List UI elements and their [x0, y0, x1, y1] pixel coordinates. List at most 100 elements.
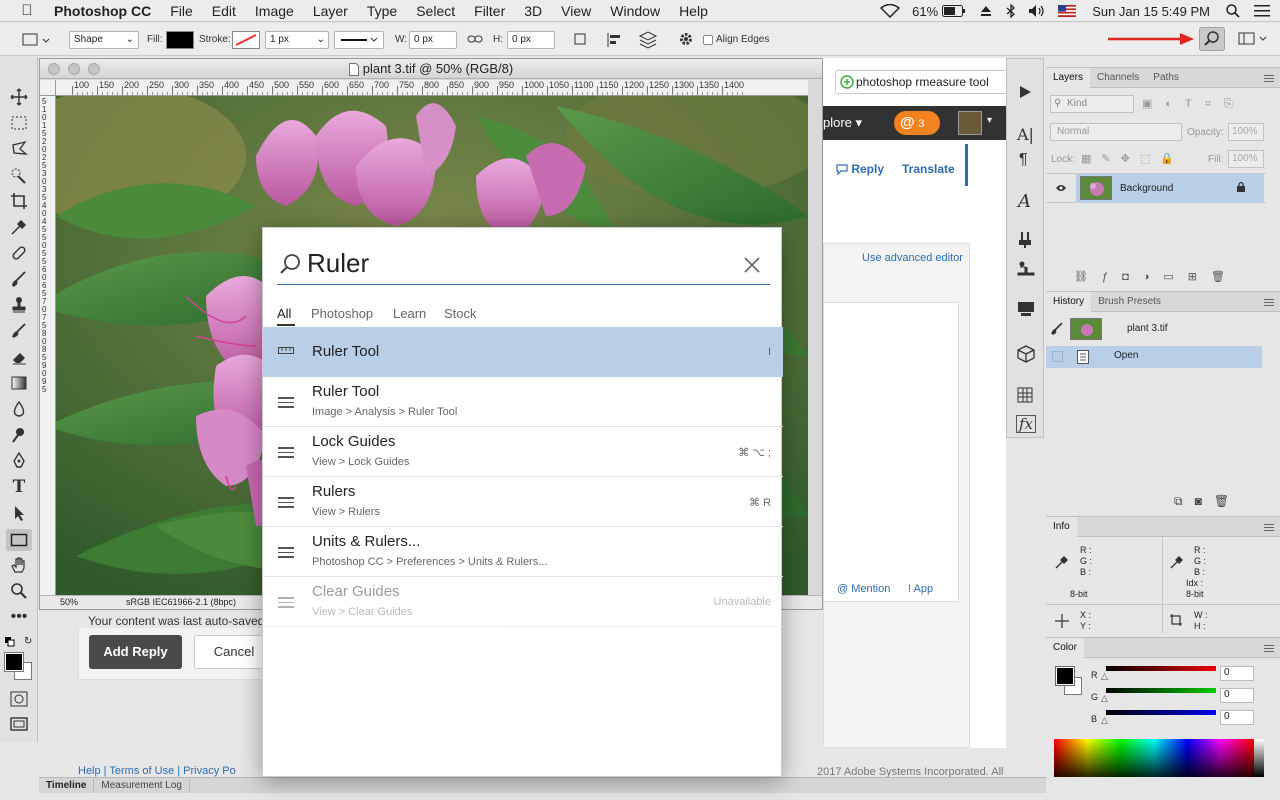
panel-menu-icon[interactable]	[1264, 522, 1274, 533]
mention-link[interactable]: @ Mention	[837, 583, 890, 595]
path-operations-icon[interactable]	[573, 32, 589, 48]
paragraph-icon[interactable]: ¶	[1019, 151, 1028, 169]
clone-stamp-tool-icon[interactable]	[9, 295, 29, 315]
bluetooth-icon[interactable]	[1006, 4, 1016, 18]
tab-info[interactable]: Info	[1046, 516, 1077, 537]
blue-slider-thumb[interactable]: △	[1101, 715, 1108, 726]
chevron-down-icon[interactable]: ▾	[987, 115, 992, 126]
user-avatar[interactable]	[958, 111, 982, 135]
tab-photoshop[interactable]: Photoshop	[311, 306, 373, 321]
glyphs-icon[interactable]: A	[1018, 191, 1031, 212]
reply-editor-area[interactable]	[823, 302, 959, 602]
styles-fx-icon[interactable]: fx	[1016, 415, 1036, 433]
swap-colors-icon[interactable]: ↻	[24, 636, 32, 647]
search-icon[interactable]	[1199, 27, 1225, 51]
character-icon[interactable]: A|	[1017, 125, 1034, 144]
tab-stock[interactable]: Stock	[444, 306, 477, 321]
document-title-bar[interactable]: plant 3.tif @ 50% (RGB/8)	[40, 59, 822, 79]
history-brush-tool-icon[interactable]	[9, 321, 29, 341]
apple-menu-icon[interactable]: 	[16, 2, 38, 19]
blend-mode-select[interactable]: Normal	[1050, 123, 1182, 141]
actions-icon[interactable]	[1018, 85, 1032, 99]
settings-gear-icon[interactable]	[678, 31, 694, 47]
green-slider[interactable]	[1106, 688, 1216, 693]
stroke-swatch[interactable]	[232, 31, 260, 49]
tab-history[interactable]: History	[1046, 291, 1092, 312]
link-icon[interactable]	[467, 33, 483, 45]
tab-all[interactable]: All	[277, 306, 291, 321]
eject-icon[interactable]	[980, 5, 992, 17]
blue-slider[interactable]	[1106, 710, 1216, 715]
color-spectrum[interactable]	[1054, 739, 1254, 777]
horizontal-ruler[interactable]: 100 150 200 250 300 350 400 450 500 550 600 650 700 7…	[56, 80, 808, 96]
path-arrangement-icon[interactable]	[638, 31, 658, 49]
zoom-window-button[interactable]	[88, 63, 100, 75]
tab-paths[interactable]: Paths	[1146, 68, 1186, 88]
foreground-color-swatch[interactable]	[4, 652, 24, 672]
quick-mask-icon[interactable]	[9, 689, 29, 709]
visibility-eye-icon[interactable]	[1055, 183, 1067, 193]
quick-selection-tool-icon[interactable]	[9, 165, 29, 185]
history-state-row[interactable]: Open	[1046, 346, 1262, 368]
lock-icons[interactable]: ▦✎✥⬚🔒	[1081, 152, 1184, 165]
properties-3d-icon[interactable]	[1017, 301, 1035, 317]
search-result-units-rulers[interactable]: Units & Rulers... Photoshop CC > Prefere…	[263, 527, 783, 577]
zoom-tool-icon[interactable]	[9, 581, 29, 601]
close-window-button[interactable]	[48, 63, 60, 75]
menu-layer[interactable]: Layer	[313, 3, 348, 19]
hand-tool-icon[interactable]	[9, 555, 29, 575]
tab-color[interactable]: Color	[1046, 637, 1084, 658]
pen-tool-icon[interactable]	[9, 451, 29, 471]
flag-icon[interactable]	[1058, 5, 1077, 17]
layer-panel-footer[interactable]: ⛓ƒ◘◑▭⊞🗑	[1074, 270, 1274, 286]
panel-menu-icon[interactable]	[1264, 643, 1274, 654]
green-value-field[interactable]: 0	[1220, 688, 1254, 703]
app-menu[interactable]: Photoshop CC	[54, 3, 151, 19]
red-slider[interactable]	[1106, 666, 1216, 671]
tab-timeline[interactable]: Timeline	[39, 778, 95, 793]
fill-swatch[interactable]	[166, 31, 194, 49]
type-tool-icon[interactable]: T	[9, 477, 29, 497]
menu-image[interactable]: Image	[255, 3, 294, 19]
more-tools-icon[interactable]: •••	[9, 607, 29, 627]
brush-tool-icon[interactable]	[9, 269, 29, 289]
path-selection-tool-icon[interactable]	[9, 503, 29, 523]
volume-icon[interactable]	[1028, 4, 1046, 18]
menu-select[interactable]: Select	[416, 3, 455, 19]
menu-edit[interactable]: Edit	[212, 3, 236, 19]
minimize-window-button[interactable]	[68, 63, 80, 75]
panel-menu-icon[interactable]	[1264, 73, 1274, 84]
layer-row[interactable]: Background	[1046, 173, 1266, 203]
search-result-ruler-tool-selected[interactable]: Ruler Tool I	[263, 327, 783, 377]
eraser-tool-icon[interactable]	[9, 347, 29, 367]
app-link[interactable]: ! App	[908, 583, 933, 595]
tab-measurement-log[interactable]: Measurement Log	[94, 778, 190, 793]
gradient-tool-icon[interactable]	[9, 373, 29, 393]
menu-filter[interactable]: Filter	[474, 3, 505, 19]
tab-layers[interactable]: Layers	[1046, 67, 1091, 88]
tab-learn[interactable]: Learn	[393, 306, 426, 321]
layer-filter-icons[interactable]: ▣◐T⌗⎘	[1142, 97, 1272, 113]
menu-file[interactable]: File	[170, 3, 193, 19]
footer-links[interactable]: Help | Terms of Use | Privacy Po	[78, 765, 262, 777]
healing-brush-tool-icon[interactable]	[9, 243, 29, 263]
path-alignment-icon[interactable]	[606, 32, 624, 48]
color-foreground-swatch[interactable]	[1055, 666, 1075, 686]
clock[interactable]: Sun Jan 15 5:49 PM	[1092, 4, 1210, 19]
search-input[interactable]: Ruler	[307, 248, 369, 279]
height-field[interactable]: 0 px	[507, 31, 555, 49]
grid-icon[interactable]	[1017, 387, 1033, 403]
rectangle-tool-icon[interactable]	[6, 529, 32, 551]
marquee-tool-icon[interactable]	[9, 113, 29, 133]
red-value-field[interactable]: 0	[1220, 666, 1254, 681]
stroke-type-select[interactable]	[334, 31, 384, 49]
blur-tool-icon[interactable]	[9, 399, 29, 419]
search-result-ruler-tool-menu[interactable]: Ruler Tool Image > Analysis > Ruler Tool	[263, 377, 783, 427]
wifi-icon[interactable]	[880, 4, 901, 18]
history-snapshot-row[interactable]: plant 3.tif	[1046, 316, 1264, 342]
advanced-editor-link[interactable]: Use advanced editor	[862, 252, 963, 264]
zoom-level-field[interactable]: 50%	[60, 597, 78, 607]
menu-help[interactable]: Help	[679, 3, 708, 19]
history-panel-footer[interactable]: ⧉◙🗑	[1174, 494, 1241, 509]
menu-3d[interactable]: 3D	[524, 3, 542, 19]
